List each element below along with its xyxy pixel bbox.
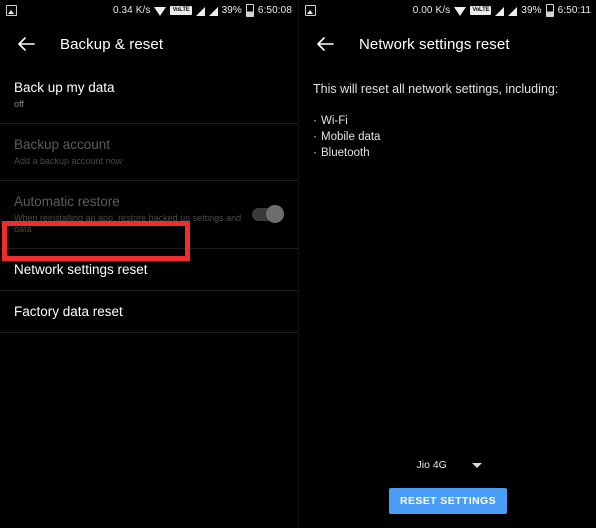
network-speed-label: 0.34 K/s [112,5,151,16]
setting-title: Automatic restore [14,194,120,209]
setting-row-back-up-my-data[interactable]: Back up my data off [0,67,298,124]
page-title: Network settings reset [359,35,510,53]
row-text: Network settings reset [14,262,148,277]
battery-icon [545,4,554,17]
battery-icon [245,4,254,17]
setting-title: Factory data reset [14,304,123,319]
sim-select-dropdown[interactable]: Jio 4G [408,454,488,476]
status-bar-indicators-left: 0.34 K/s VoLTE 39% 6:50:08 [113,4,292,17]
setting-subtitle: Add a backup account now [14,156,123,166]
backup-reset-settings-list: Back up my data off Backup account Add a… [0,67,298,333]
chevron-down-icon [471,462,482,468]
bottom-action-area: Jio 4G RESET SETTINGS [299,454,596,514]
back-arrow-icon[interactable] [14,32,38,56]
list-item-mobile-data: Mobile data [313,129,596,145]
app-bar-backup-reset: Backup & reset [0,21,298,67]
app-bar-network-settings-reset: Network settings reset [299,21,596,67]
setting-title: Network settings reset [14,262,148,277]
row-text: Backup account Add a backup account now [14,137,122,167]
status-bar-notifications [305,5,316,16]
status-bar-indicators-right: 0.00 K/s VoLTE 39% 6:50:11 [413,4,591,17]
battery-percent-label: 39% [221,5,242,16]
volte-icon: VoLTE [470,6,492,15]
setting-title: Backup account [14,137,111,152]
battery-percent-label: 39% [521,5,542,16]
back-arrow-icon[interactable] [313,32,337,56]
reset-settings-button[interactable]: RESET SETTINGS [388,488,508,514]
network-speed-label: 0.00 K/s [412,5,451,16]
list-item-wifi: Wi-Fi [313,113,596,129]
right-phone-screen: 0.00 K/s VoLTE 39% 6:50:11 Network setti… [298,0,596,528]
wifi-icon [154,6,167,16]
reset-description: This will reset all network settings, in… [313,82,559,96]
setting-title: Back up my data [14,80,115,95]
setting-subtitle: When reinstalling an app, restore backed… [14,213,242,234]
setting-subtitle: off [14,99,24,109]
signal-bars-icon-sim1 [195,6,205,16]
status-bar-right: 0.00 K/s VoLTE 39% 6:50:11 [299,0,596,21]
sim-select-value: Jio 4G [416,459,447,471]
image-notification-icon [305,5,316,16]
toggle-knob [266,205,284,223]
left-phone-screen: 0.34 K/s VoLTE 39% 6:50:08 Backup & rese… [0,0,298,528]
volte-icon: VoLTE [170,6,192,15]
signal-bars-icon-sim1 [495,6,505,16]
setting-row-backup-account[interactable]: Backup account Add a backup account now [0,124,298,181]
row-text: Back up my data off [14,80,115,110]
status-bar-notifications [6,5,17,16]
row-text: Automatic restore When reinstalling an a… [14,194,252,235]
page-title: Backup & reset [60,35,164,53]
status-bar-clock: 6:50:08 [257,5,292,16]
setting-row-factory-data-reset[interactable]: Factory data reset [0,291,298,333]
image-notification-icon [6,5,17,16]
automatic-restore-toggle[interactable] [252,205,284,223]
wifi-icon [454,6,467,16]
row-text: Factory data reset [14,304,123,319]
signal-bars-icon-sim2 [508,6,518,16]
status-bar-clock: 6:50:11 [557,5,591,16]
status-bar-left: 0.34 K/s VoLTE 39% 6:50:08 [0,0,298,21]
reset-items-list: Wi-Fi Mobile data Bluetooth [299,113,596,161]
signal-bars-icon-sim2 [208,6,218,16]
setting-row-network-settings-reset[interactable]: Network settings reset [0,249,298,291]
list-item-bluetooth: Bluetooth [313,145,596,161]
setting-row-automatic-restore[interactable]: Automatic restore When reinstalling an a… [0,181,298,249]
